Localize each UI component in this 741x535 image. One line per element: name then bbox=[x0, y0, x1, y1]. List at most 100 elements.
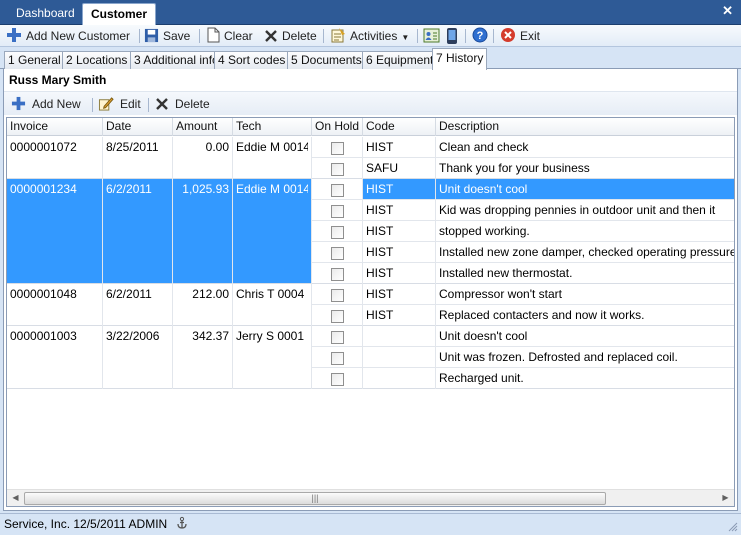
amount-cell[interactable]: 212.00 bbox=[176, 287, 229, 301]
tab-equipment[interactable]: 6 Equipment bbox=[362, 51, 438, 69]
tab-customer[interactable]: Customer bbox=[82, 3, 157, 25]
toolbar-divider bbox=[148, 98, 149, 112]
help-button[interactable]: ? bbox=[472, 27, 488, 46]
description-cell[interactable]: Unit doesn't cool bbox=[439, 182, 734, 196]
exit-button[interactable]: Exit bbox=[500, 27, 540, 45]
group-divider bbox=[7, 325, 734, 326]
invoice-cell[interactable]: 0000001234 bbox=[10, 182, 99, 196]
activities-label: Activities bbox=[350, 29, 398, 43]
description-cell[interactable]: Replaced contacters and now it works. bbox=[439, 308, 734, 322]
column-header-code[interactable]: Code bbox=[363, 118, 436, 136]
code-cell[interactable]: HIST bbox=[366, 224, 434, 238]
contact-card-button[interactable] bbox=[423, 27, 440, 47]
date-cell[interactable]: 6/2/2011 bbox=[106, 182, 169, 196]
scroll-left-icon[interactable]: ◀ bbox=[7, 490, 24, 506]
on-hold-checkbox[interactable] bbox=[331, 226, 344, 239]
tech-cell[interactable]: Jerry S 0001 bbox=[236, 329, 308, 343]
on-hold-checkbox[interactable] bbox=[331, 163, 344, 176]
toolbar-divider bbox=[92, 98, 93, 112]
delete-x-icon bbox=[265, 30, 277, 42]
add-new-history-button[interactable]: Add New bbox=[11, 95, 81, 113]
code-cell[interactable]: HIST bbox=[366, 287, 434, 301]
invoice-cell[interactable]: 0000001048 bbox=[10, 287, 99, 301]
description-cell[interactable]: Installed new thermostat. bbox=[439, 266, 734, 280]
column-header-invoice[interactable]: Invoice bbox=[7, 118, 103, 136]
section-tab-strip: 1 General 2 Locations 3 Additional info … bbox=[0, 48, 741, 70]
description-cell[interactable]: Recharged unit. bbox=[439, 371, 734, 385]
activities-dropdown[interactable]: Activities ▼ bbox=[330, 27, 409, 45]
code-cell[interactable]: HIST bbox=[366, 266, 434, 280]
mobile-button[interactable] bbox=[446, 27, 458, 48]
description-cell[interactable]: Thank you for your business bbox=[439, 161, 734, 175]
tab-sort-codes[interactable]: 4 Sort codes bbox=[214, 51, 290, 69]
tab-documents[interactable]: 5 Documents bbox=[287, 51, 366, 69]
code-cell[interactable]: HIST bbox=[366, 245, 434, 259]
column-header-description[interactable]: Description bbox=[436, 118, 734, 136]
date-cell[interactable]: 6/2/2011 bbox=[106, 287, 169, 301]
clear-button[interactable]: Clear bbox=[207, 27, 253, 45]
on-hold-checkbox[interactable] bbox=[331, 289, 344, 302]
column-header-date[interactable]: Date bbox=[103, 118, 173, 136]
description-cell[interactable]: Unit was frozen. Defrosted and replaced … bbox=[439, 350, 734, 364]
description-cell[interactable]: Compressor won't start bbox=[439, 287, 734, 301]
row-divider bbox=[312, 367, 734, 368]
tab-history[interactable]: 7 History bbox=[432, 48, 488, 70]
on-hold-checkbox[interactable] bbox=[331, 205, 344, 218]
on-hold-checkbox[interactable] bbox=[331, 352, 344, 365]
scrollbar-thumb[interactable]: ||| bbox=[24, 492, 606, 505]
tab-locations[interactable]: 2 Locations bbox=[62, 51, 132, 69]
contact-card-icon bbox=[423, 28, 440, 43]
delete-history-button[interactable]: Delete bbox=[155, 95, 210, 113]
description-cell[interactable]: stopped working. bbox=[439, 224, 734, 238]
code-cell[interactable]: SAFU bbox=[366, 161, 434, 175]
on-hold-checkbox[interactable] bbox=[331, 142, 344, 155]
row-divider bbox=[312, 220, 734, 221]
on-hold-checkbox[interactable] bbox=[331, 331, 344, 344]
edit-icon bbox=[98, 97, 114, 111]
tab-additional-info[interactable]: 3 Additional info bbox=[130, 51, 223, 69]
tab-dashboard[interactable]: Dashboard bbox=[8, 3, 83, 25]
description-cell[interactable]: Installed new zone damper, checked opera… bbox=[439, 245, 734, 259]
close-icon[interactable]: ✕ bbox=[722, 3, 733, 19]
tech-cell[interactable]: Chris T 0004 bbox=[236, 287, 308, 301]
description-cell[interactable]: Clean and check bbox=[439, 140, 734, 154]
edit-history-button[interactable]: Edit bbox=[98, 95, 141, 113]
history-grid[interactable]: Invoice Date Amount Tech On Hold Code De… bbox=[6, 117, 735, 507]
tech-cell[interactable]: Eddie M 0014 bbox=[236, 182, 308, 196]
on-hold-checkbox[interactable] bbox=[331, 247, 344, 260]
add-new-label: Add New bbox=[32, 97, 81, 111]
column-header-tech[interactable]: Tech bbox=[233, 118, 312, 136]
code-cell[interactable]: HIST bbox=[366, 140, 434, 154]
date-cell[interactable]: 8/25/2011 bbox=[106, 140, 169, 154]
code-cell[interactable]: HIST bbox=[366, 308, 434, 322]
description-cell[interactable]: Kid was dropping pennies in outdoor unit… bbox=[439, 203, 734, 217]
tab-general[interactable]: 1 General bbox=[4, 51, 65, 69]
on-hold-checkbox[interactable] bbox=[331, 373, 344, 386]
on-hold-checkbox[interactable] bbox=[331, 268, 344, 281]
description-cell[interactable]: Unit doesn't cool bbox=[439, 329, 734, 343]
on-hold-checkbox[interactable] bbox=[331, 184, 344, 197]
amount-cell[interactable]: 1,025.93 bbox=[176, 182, 229, 196]
invoice-cell[interactable]: 0000001003 bbox=[10, 329, 99, 343]
on-hold-checkbox[interactable] bbox=[331, 310, 344, 323]
code-cell[interactable]: HIST bbox=[366, 203, 434, 217]
column-divider bbox=[232, 137, 233, 389]
column-header-amount[interactable]: Amount bbox=[173, 118, 233, 136]
add-new-customer-button[interactable]: Add New Customer bbox=[6, 27, 130, 45]
amount-cell[interactable]: 0.00 bbox=[176, 140, 229, 154]
horizontal-scrollbar[interactable]: ◀ ||| ▶ bbox=[7, 489, 734, 506]
row-divider bbox=[312, 304, 734, 305]
add-icon bbox=[7, 28, 21, 42]
date-cell[interactable]: 3/22/2006 bbox=[106, 329, 169, 343]
invoice-cell[interactable]: 0000001072 bbox=[10, 140, 99, 154]
group-divider bbox=[7, 283, 734, 284]
column-header-on-hold[interactable]: On Hold bbox=[312, 118, 363, 136]
save-button[interactable]: Save bbox=[144, 27, 190, 45]
scroll-right-icon[interactable]: ▶ bbox=[717, 490, 734, 506]
code-cell[interactable]: HIST bbox=[366, 182, 434, 196]
amount-cell[interactable]: 342.37 bbox=[176, 329, 229, 343]
delete-button[interactable]: Delete bbox=[264, 27, 317, 45]
toolbar-divider bbox=[199, 29, 200, 43]
resize-grip-icon[interactable] bbox=[728, 522, 738, 532]
tech-cell[interactable]: Eddie M 0014 bbox=[236, 140, 308, 154]
